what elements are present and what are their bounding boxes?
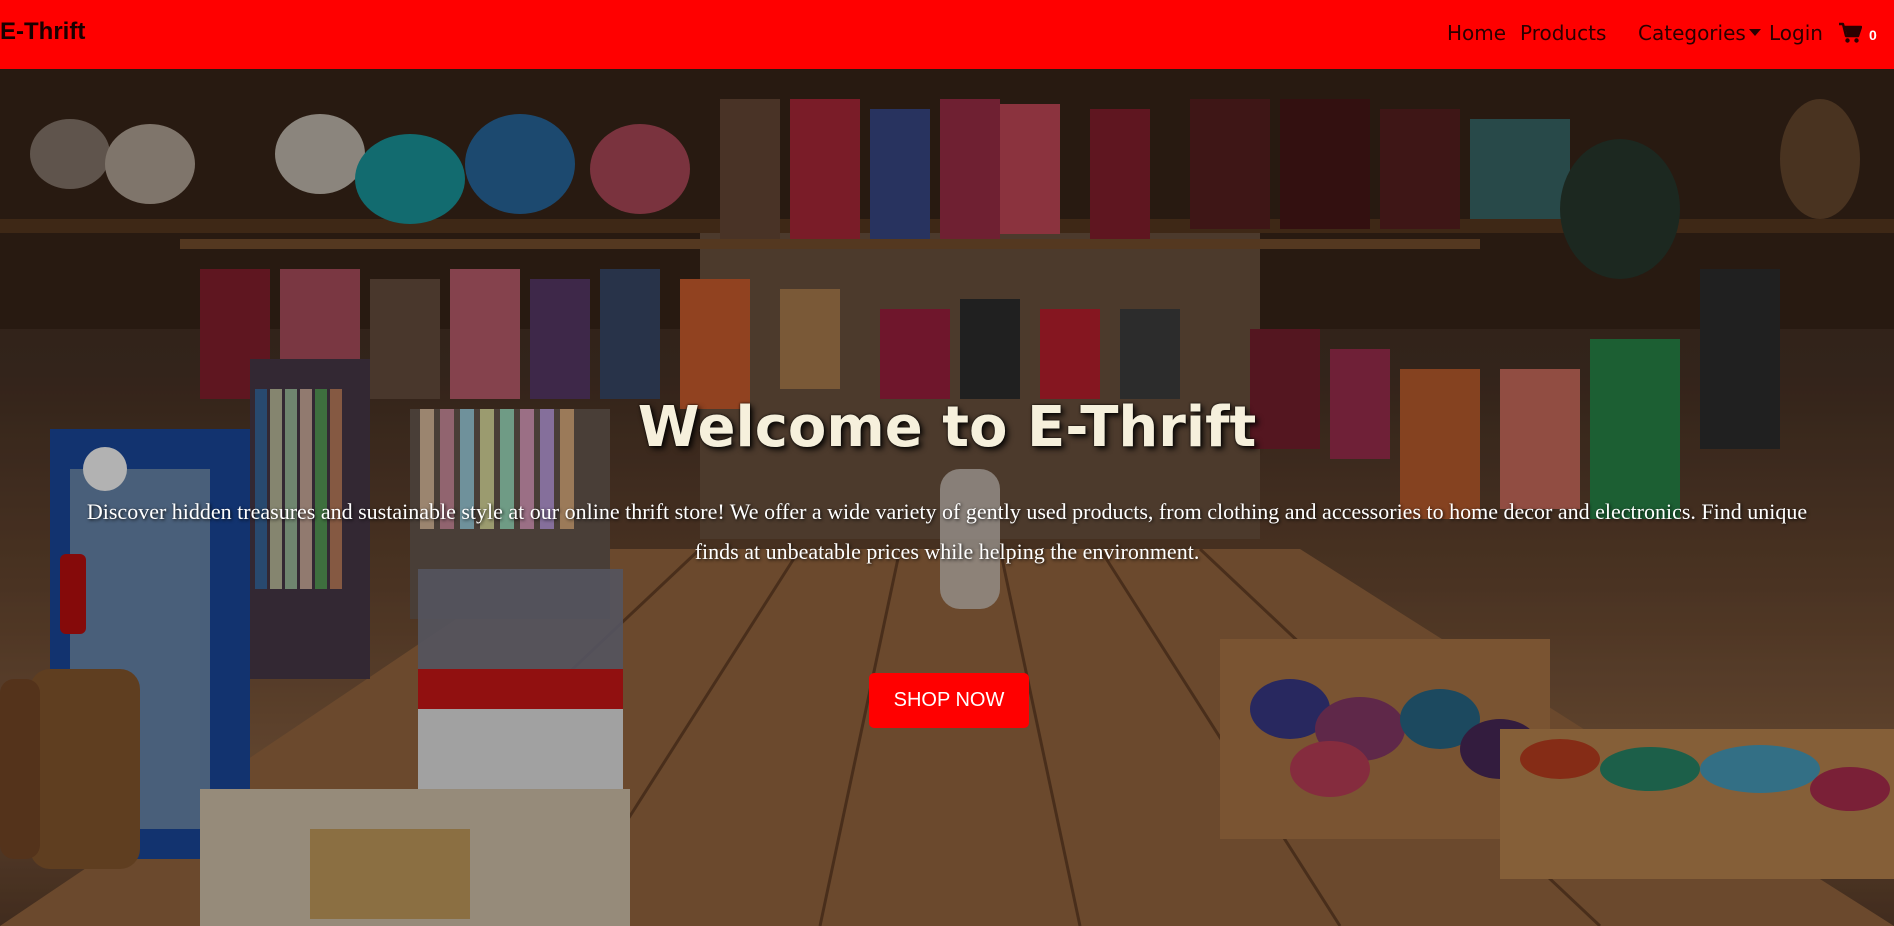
shop-now-button[interactable]: SHOP NOW xyxy=(869,673,1029,728)
cart-count-badge: 0 xyxy=(1869,27,1877,43)
nav-categories-label: Categories xyxy=(1638,21,1746,45)
hero-title: Welcome to E-Thrift xyxy=(637,395,1257,460)
nav-products-link[interactable]: Products xyxy=(1520,21,1606,45)
brand-logo[interactable]: E-Thrift xyxy=(0,18,85,46)
hero-section: Welcome to E-Thrift Discover hidden trea… xyxy=(0,69,1894,926)
nav-login-link[interactable]: Login xyxy=(1769,21,1823,45)
nav-categories-dropdown[interactable]: Categories xyxy=(1638,21,1761,45)
nav-home-link[interactable]: Home xyxy=(1447,21,1506,45)
hero-description: Discover hidden treasures and sustainabl… xyxy=(86,499,1808,564)
shopping-cart-icon[interactable] xyxy=(1838,22,1863,44)
caret-down-icon xyxy=(1748,29,1761,36)
navbar: E-Thrift Home Products Categories Login … xyxy=(0,0,1894,69)
